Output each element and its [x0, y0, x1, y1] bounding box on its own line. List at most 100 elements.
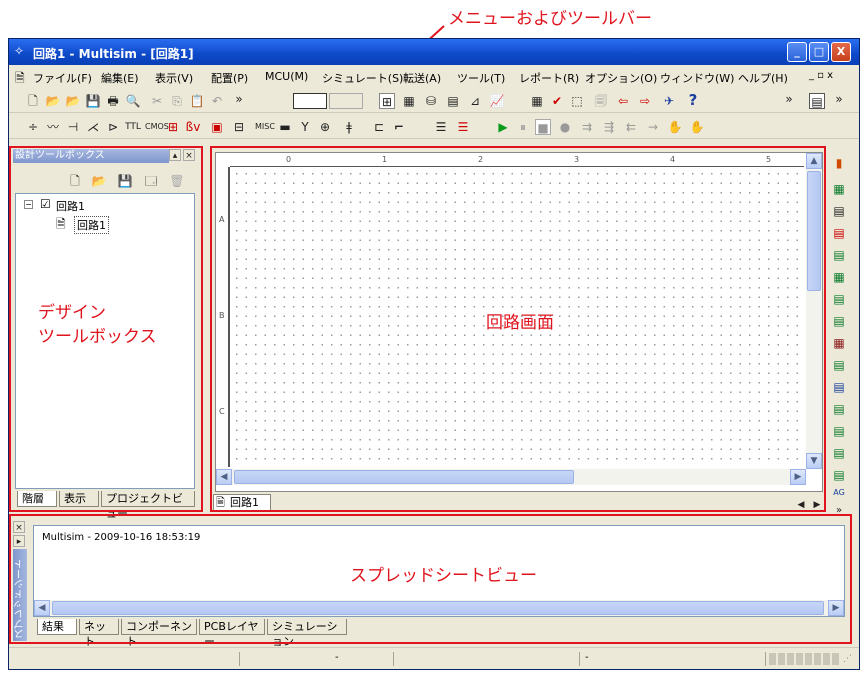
menu-transfer[interactable]: 転送(A) — [403, 70, 441, 86]
tab-scroll-right-icon[interactable]: ▶ — [809, 497, 825, 513]
run-to-cursor-icon[interactable]: → — [645, 119, 661, 135]
iv-analyzer-icon[interactable]: ▤ — [831, 379, 847, 395]
stop-icon[interactable]: ■ — [535, 119, 551, 135]
menu-mcu[interactable]: MCU(M) — [265, 70, 308, 83]
mcu-icon[interactable]: ⊞ — [165, 119, 181, 135]
horizontal-scroll-thumb[interactable] — [234, 470, 574, 484]
forward-annotate-icon[interactable]: ⇨ — [637, 93, 653, 109]
toolbar-overflow-icon-3[interactable]: » — [831, 91, 847, 107]
results-scroll-left[interactable]: ◀ — [34, 600, 50, 616]
menu-reports[interactable]: レポート(R) — [519, 70, 579, 86]
menu-view[interactable]: 表示(V) — [155, 70, 193, 86]
menu-window[interactable]: ウィンドウ(W) — [660, 70, 734, 86]
maximize-button[interactable]: □ — [809, 42, 829, 62]
logic-converter-icon[interactable]: ▤ — [831, 357, 847, 373]
bus-entry-icon[interactable]: ☰ — [455, 119, 471, 135]
results-horizontal-scrollbar[interactable]: ◀ ▶ — [34, 600, 844, 616]
pause-icon[interactable]: ⏸ — [515, 119, 531, 135]
save-design-icon[interactable]: 💾 — [117, 173, 133, 189]
toolbar-overflow-icon-2[interactable]: » — [781, 91, 797, 107]
mixed-icon[interactable]: ßv — [185, 119, 201, 135]
menu-simulate[interactable]: シミュレート(S) — [322, 70, 403, 86]
vertical-scroll-thumb[interactable] — [807, 171, 821, 291]
tab-nets[interactable]: ネット — [79, 619, 119, 648]
component-icon[interactable]: ▤ — [445, 93, 461, 109]
bus-icon[interactable]: ⌐ — [391, 119, 407, 135]
scroll-right-button[interactable]: ▶ — [790, 469, 806, 485]
misc-icon[interactable]: MISC — [255, 119, 275, 135]
new-icon[interactable]: 🗋 — [25, 93, 41, 109]
remove-breakpoints-icon[interactable]: ✋ — [689, 119, 705, 135]
bus-vector-icon[interactable]: ☰ — [433, 119, 449, 135]
postprocessor-icon[interactable]: ⊿ — [467, 93, 483, 109]
tab-pcb-layers[interactable]: PCBレイヤー — [199, 619, 265, 648]
open-sample-icon[interactable]: 📂 — [65, 93, 81, 109]
paste-icon[interactable]: 📋 — [189, 93, 205, 109]
preview-icon[interactable]: 🔍 — [125, 93, 141, 109]
spectrum-analyzer-icon[interactable]: ▤ — [831, 423, 847, 439]
logic-analyzer-icon[interactable]: ▦ — [831, 335, 847, 351]
scroll-down-button[interactable]: ▼ — [806, 453, 822, 469]
sheet-toggle[interactable] — [329, 93, 363, 109]
step-out-icon[interactable]: ⇇ — [623, 119, 639, 135]
toolbox-pin-icon[interactable]: ▴ — [169, 149, 181, 161]
resize-grip-icon[interactable]: ⋰ — [843, 654, 852, 664]
cut-icon[interactable]: ✂ — [149, 93, 165, 109]
spreadsheet-pin-icon[interactable]: ▸ — [13, 535, 25, 547]
in-use-list-icon[interactable]: ▤ — [809, 93, 825, 109]
rf-icon[interactable]: Y — [297, 119, 313, 135]
analog-icon[interactable]: ⊳ — [105, 119, 121, 135]
menu-place[interactable]: 配置(P) — [211, 70, 248, 86]
erc-icon[interactable]: ✔ — [549, 93, 565, 109]
tab-results[interactable]: 結果 — [37, 619, 77, 635]
ttl-icon[interactable]: TTL — [125, 119, 141, 135]
transistor-icon[interactable]: ⋌ — [85, 119, 101, 135]
function-generator-icon[interactable]: ▦ — [831, 181, 847, 197]
menu-tools[interactable]: ツール(T) — [457, 70, 505, 86]
back-annotate-icon[interactable]: ⇦ — [615, 93, 631, 109]
four-channel-oscilloscope-icon[interactable]: ▤ — [831, 247, 847, 263]
annotate-icon[interactable]: 🗐 — [593, 93, 609, 109]
indicator-icon[interactable]: ▣ — [209, 119, 225, 135]
menu-file[interactable]: ファイル(F) — [33, 70, 92, 86]
close-button[interactable]: X — [831, 42, 851, 62]
menu-edit[interactable]: 編集(E) — [101, 70, 139, 86]
open-icon[interactable]: 📂 — [45, 93, 61, 109]
frequency-counter-icon[interactable]: ▤ — [831, 291, 847, 307]
minimize-button[interactable]: _ — [787, 42, 807, 62]
grapher-icon[interactable]: 📈 — [489, 93, 505, 109]
toolbox-close-icon[interactable]: × — [183, 149, 195, 161]
save-icon[interactable]: 💾 — [85, 93, 101, 109]
select-region-icon[interactable]: ⬚ — [569, 93, 585, 109]
open-design-icon[interactable]: 📂 — [91, 173, 107, 189]
tab-project-view[interactable]: プロジェクトビュー — [101, 491, 195, 520]
print-icon[interactable]: 🖶 — [105, 93, 121, 109]
agilent-icon[interactable]: AG — [831, 485, 847, 501]
ultiboard-icon[interactable]: ✈ — [661, 93, 677, 109]
full-screen-toggle[interactable] — [293, 93, 327, 109]
multimeter-icon[interactable]: ▮ — [831, 155, 847, 171]
hand-icon[interactable]: ✋ — [667, 119, 683, 135]
menu-options[interactable]: オプション(O) — [585, 70, 657, 86]
tree-root-label[interactable]: 回路1 — [56, 198, 85, 214]
wattmeter-icon[interactable]: ▤ — [831, 203, 847, 219]
run-icon[interactable]: ▶ — [495, 119, 511, 135]
vertical-scrollbar[interactable]: ▲ ▼ — [806, 153, 822, 469]
scroll-up-button[interactable]: ▲ — [806, 153, 822, 169]
power-source-icon[interactable]: ÷ — [25, 119, 41, 135]
tab-hierarchy[interactable]: 階層 — [17, 491, 57, 507]
breakpoint-icon[interactable]: ● — [557, 119, 573, 135]
distortion-analyzer-icon[interactable]: ▤ — [831, 401, 847, 417]
undo-icon[interactable]: ↶ — [209, 93, 225, 109]
step-icon[interactable]: ⇉ — [579, 119, 595, 135]
power-icon[interactable]: ⊟ — [231, 119, 247, 135]
diode-icon[interactable]: ⊣ — [65, 119, 81, 135]
doc-window-controls[interactable]: _ ▫ x — [809, 70, 833, 81]
tab-components[interactable]: コンポーネント — [121, 619, 197, 648]
agilent-generator-icon[interactable]: ▤ — [831, 467, 847, 483]
circuit-tab[interactable]: 🗎 回路1 — [213, 494, 271, 512]
tab-simulation[interactable]: シミュレーション — [267, 619, 347, 648]
hierarchy-icon[interactable]: ⊞ — [379, 93, 395, 109]
help-icon[interactable]: ? — [685, 92, 701, 108]
calculator-icon[interactable]: ▦ — [529, 93, 545, 109]
